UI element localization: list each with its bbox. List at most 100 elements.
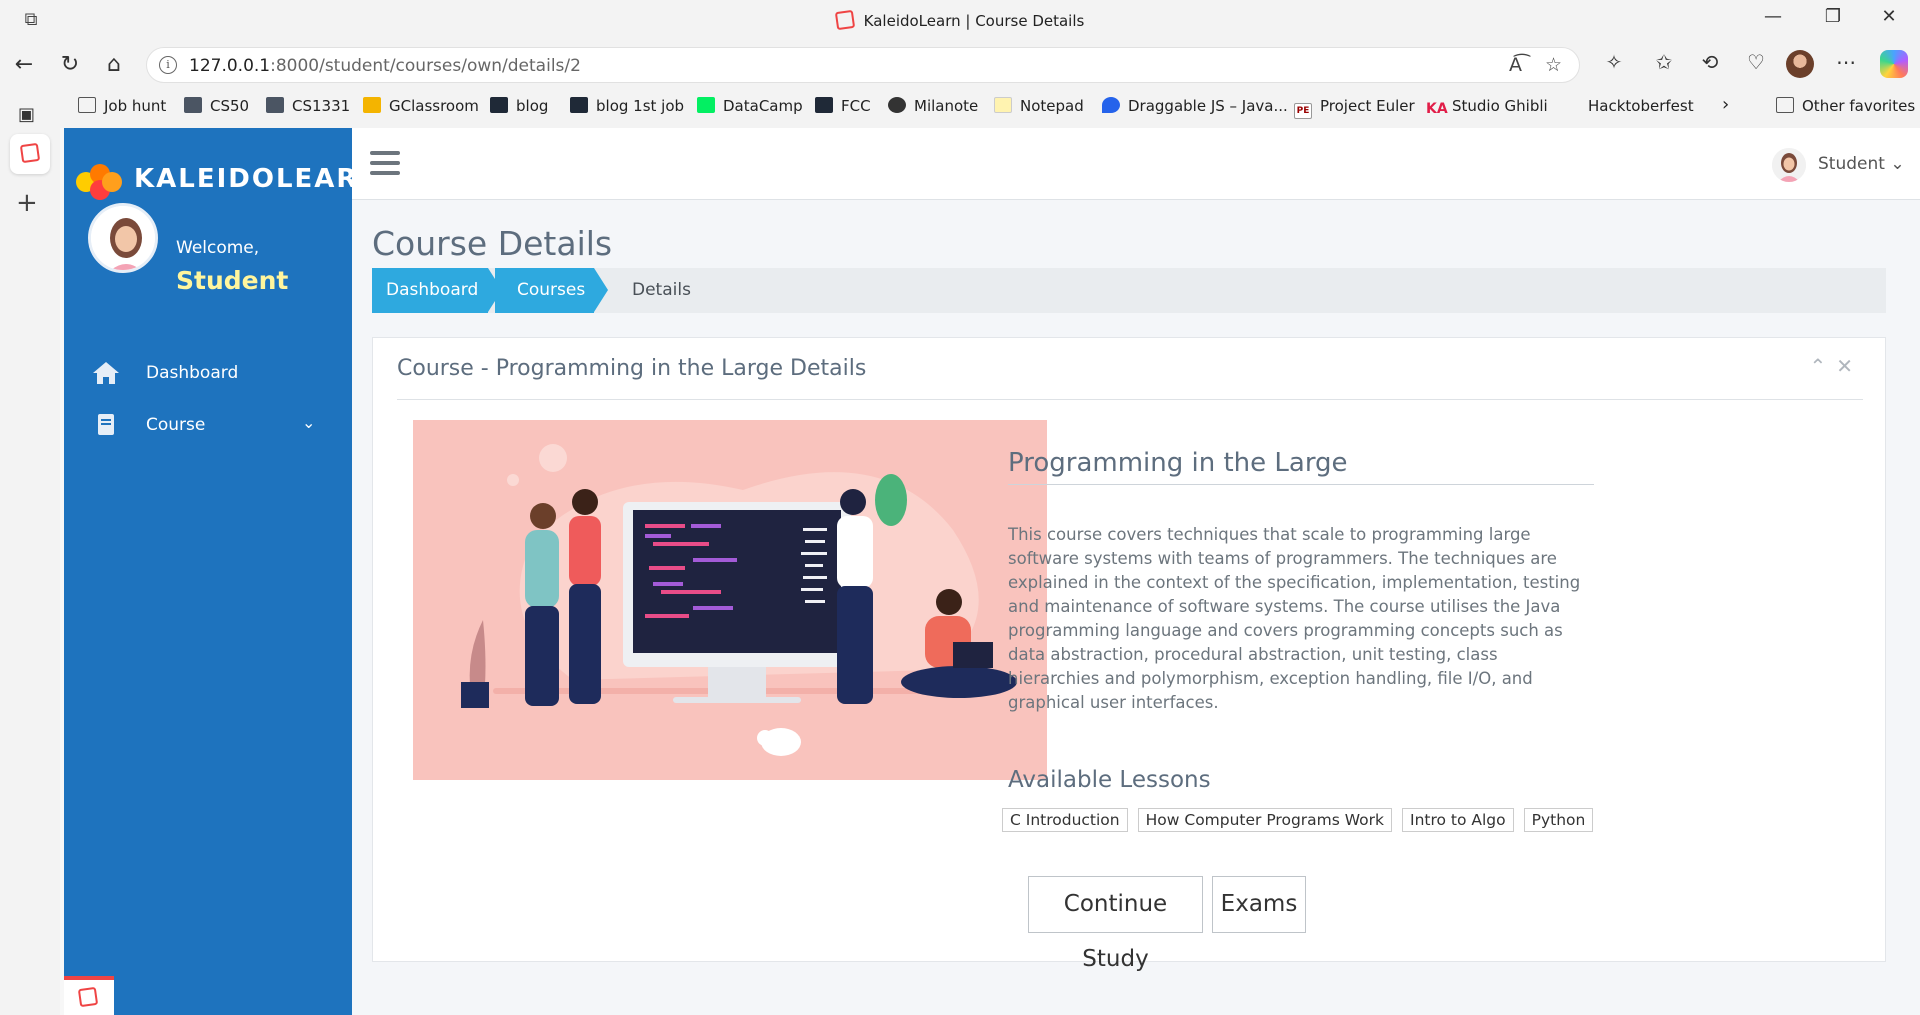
bookmark-label: CS1331 xyxy=(292,97,351,115)
active-tab[interactable] xyxy=(10,134,50,174)
url-host: 127.0.0.1 xyxy=(189,56,271,76)
bookmark-item[interactable]: GClassroom xyxy=(363,97,479,115)
laravel-favicon-icon xyxy=(834,9,855,31)
breadcrumb-separator xyxy=(594,268,608,312)
edx-icon xyxy=(184,97,202,113)
sidebar-item-course[interactable]: Course ⌄ xyxy=(64,400,352,450)
card-tools: ⌃ ✕ xyxy=(1799,354,1853,378)
sidebar-item-label: Course xyxy=(146,415,206,435)
bookmark-label: Project Euler xyxy=(1320,97,1415,115)
vertical-tab-rail: ▣ + xyxy=(0,104,60,1015)
bookmarks-overflow-chevron-icon[interactable]: › xyxy=(1722,94,1729,115)
laravel-debug-icon[interactable] xyxy=(64,976,114,1015)
close-icon[interactable]: ✕ xyxy=(1836,354,1853,378)
bookmark-item[interactable]: Draggable JS – Java... xyxy=(1102,97,1288,115)
main-content: Course Details Dashboard Courses Details… xyxy=(352,200,1920,1015)
bookmark-item[interactable]: Hacktoberfest xyxy=(1588,97,1694,115)
site-info-icon[interactable]: i xyxy=(159,56,177,74)
close-window-icon[interactable]: ✕ xyxy=(1866,6,1912,27)
bookmark-item[interactable]: PE Project Euler xyxy=(1294,97,1415,119)
read-aloud-icon[interactable]: A͡ xyxy=(1509,54,1522,76)
card-title: Course - Programming in the Large Detail… xyxy=(397,356,867,381)
address-bar-row: ← ↻ ⌂ i 127.0.0.1:8000/student/courses/o… xyxy=(0,42,1920,88)
bookmark-item[interactable]: CS1331 xyxy=(266,97,350,115)
bookmark-item[interactable]: blog xyxy=(490,97,548,115)
breadcrumb-label: Dashboard xyxy=(386,280,479,300)
continue-study-button[interactable]: Continue Study xyxy=(1028,876,1203,972)
window-title-text: KaleidoLearn | Course Details xyxy=(863,12,1085,30)
bookmark-item[interactable]: FCC xyxy=(815,97,871,115)
kaleido-flower-icon xyxy=(76,164,128,200)
bookmark-item[interactable]: Milanote xyxy=(888,97,978,115)
laravel-logo-icon xyxy=(77,986,99,1008)
blog-icon xyxy=(490,97,508,113)
bookmark-item[interactable]: Notepad xyxy=(994,97,1084,115)
course-detail: Programming in the Large This course cov… xyxy=(1008,448,1594,715)
bookmark-label: blog 1st job xyxy=(596,97,685,115)
favorites-icon[interactable]: ✩ xyxy=(1648,50,1680,74)
bookmark-label: Milanote xyxy=(914,97,979,115)
bookmark-label: Hacktoberfest xyxy=(1588,97,1694,115)
home-browser-icon[interactable]: ⌂ xyxy=(98,50,130,80)
course-name: Programming in the Large xyxy=(1008,448,1594,485)
bookmark-label: DataCamp xyxy=(723,97,803,115)
bookmark-item[interactable]: blog 1st job xyxy=(570,97,684,115)
refresh-icon[interactable]: ↻ xyxy=(54,50,86,80)
bookmark-label: blog xyxy=(516,97,549,115)
breadcrumb-label: Courses xyxy=(517,280,586,300)
lesson-tag[interactable]: Intro to Algo xyxy=(1402,808,1514,832)
page-title: Course Details xyxy=(372,224,613,263)
breadcrumb-label: Details xyxy=(632,280,691,300)
bookmark-label: Studio Ghibli xyxy=(1452,97,1548,115)
url-text[interactable]: 127.0.0.1:8000/student/courses/own/detai… xyxy=(189,56,581,76)
breadcrumb-courses[interactable]: Courses xyxy=(495,268,594,313)
notepad-icon xyxy=(994,97,1012,113)
browser-profile-avatar[interactable] xyxy=(1786,50,1814,78)
bookmark-label: Notepad xyxy=(1020,97,1084,115)
studio-ghibli-icon: KA xyxy=(1426,101,1448,117)
classroom-icon xyxy=(363,97,381,113)
back-icon[interactable]: ← xyxy=(8,50,40,80)
bookmark-item[interactable]: DataCamp xyxy=(697,97,803,115)
vertical-tabs-icon[interactable]: ▣ xyxy=(18,104,35,125)
favorite-star-icon[interactable]: ☆ xyxy=(1545,54,1562,76)
extensions-icon[interactable]: ✧ xyxy=(1598,50,1630,74)
course-card: Course - Programming in the Large Detail… xyxy=(372,337,1886,972)
address-bar[interactable]: i 127.0.0.1:8000/student/courses/own/det… xyxy=(146,47,1580,83)
folder-icon xyxy=(1776,97,1794,113)
copilot-icon[interactable] xyxy=(1880,50,1908,78)
sidebar-item-label: Dashboard xyxy=(146,363,239,383)
collapse-icon[interactable]: ⌃ xyxy=(1809,354,1826,378)
browser-essentials-icon[interactable]: ♡ xyxy=(1740,50,1772,74)
browser-titlebar: ⧉ KaleidoLearn | Course Details — ❐ ✕ xyxy=(0,0,1920,42)
book-icon xyxy=(98,414,114,435)
chevron-down-icon[interactable]: ⌄ xyxy=(302,413,315,432)
sidebar: KALEIDOLEARN Welcome, Student Dashboard xyxy=(64,128,380,1015)
course-description: This course covers techniques that scale… xyxy=(1008,525,1581,712)
lesson-tag[interactable]: How Computer Programs Work xyxy=(1137,808,1392,832)
user-dropdown[interactable]: Student ⌄ xyxy=(1772,148,1905,182)
user-avatar-small xyxy=(1772,148,1806,182)
breadcrumb: Dashboard Courses Details xyxy=(372,268,1886,313)
bookmark-item[interactable]: KA Studio Ghibli xyxy=(1426,97,1548,117)
bookmark-label: GClassroom xyxy=(389,97,479,115)
new-tab-icon[interactable]: + xyxy=(16,188,38,218)
minimize-icon[interactable]: — xyxy=(1750,6,1796,27)
hamburger-menu-icon[interactable] xyxy=(370,151,400,177)
other-favorites-label: Other favorites xyxy=(1802,97,1916,115)
exams-button[interactable]: Exams xyxy=(1212,876,1306,933)
bookmark-label: Draggable JS – Java... xyxy=(1128,97,1288,115)
bookmark-item[interactable]: Job hunt xyxy=(78,97,166,115)
history-icon[interactable]: ⟲ xyxy=(1694,50,1726,74)
edx-icon xyxy=(266,97,284,113)
lesson-tag[interactable]: C Introduction xyxy=(1002,808,1128,832)
lesson-tag[interactable]: Python xyxy=(1523,808,1594,832)
other-favorites[interactable]: Other favorites xyxy=(1776,97,1915,115)
more-options-icon[interactable]: ⋯ xyxy=(1830,50,1862,74)
breadcrumb-dashboard[interactable]: Dashboard xyxy=(372,268,488,313)
draggable-icon xyxy=(1102,97,1120,113)
bookmark-item[interactable]: CS50 xyxy=(184,97,249,115)
card-header: Course - Programming in the Large Detail… xyxy=(397,338,1863,400)
restore-icon[interactable]: ❐ xyxy=(1810,6,1856,27)
sidebar-item-dashboard[interactable]: Dashboard xyxy=(64,348,352,398)
